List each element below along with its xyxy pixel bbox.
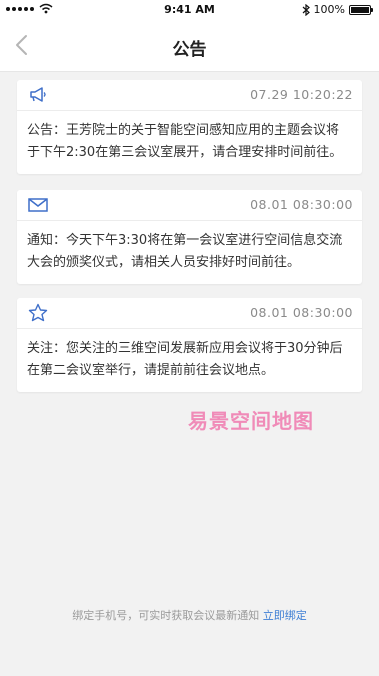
footer: 绑定手机号，可实时获取会议最新通知 立即绑定 xyxy=(0,607,379,623)
megaphone-icon xyxy=(30,87,46,102)
notice-text: 通知：今天下午3:30将在第一会议室进行空间信息交流大会的颁奖仪式，请相关人员安… xyxy=(27,233,343,270)
watermark-text: 易景空间地图 xyxy=(188,409,314,433)
mail-icon xyxy=(28,198,48,212)
battery-fill xyxy=(351,6,369,13)
footer-text: 绑定手机号，可实时获取会议最新通知 xyxy=(72,609,260,622)
notice-card[interactable]: 08.01 08:30:00 关注：您关注的三维空间发展新应用会议将于30分钟后… xyxy=(17,298,362,392)
notice-text: 公告：王芳院士的关于智能空间感知应用的主题会议将于下午2:30在第三会议室展开，… xyxy=(27,123,343,160)
notice-card[interactable]: 08.01 08:30:00 通知：今天下午3:30将在第一会议室进行空间信息交… xyxy=(17,190,362,284)
notice-card-header: 07.29 10:20:22 xyxy=(17,80,362,111)
notice-text: 关注：您关注的三维空间发展新应用会议将于30分钟后在第二会议室举行，请提前前往会… xyxy=(27,341,343,378)
notice-card[interactable]: 07.29 10:20:22 公告：王芳院士的关于智能空间感知应用的主题会议将于… xyxy=(17,80,362,174)
page-title: 公告 xyxy=(172,40,207,60)
battery-icon xyxy=(349,4,373,15)
bind-phone-link[interactable]: 立即绑定 xyxy=(263,609,307,622)
bluetooth-icon xyxy=(302,3,310,16)
status-right: 100% xyxy=(302,3,373,16)
notice-time: 08.01 08:30:00 xyxy=(250,197,353,212)
notice-time: 08.01 08:30:00 xyxy=(250,305,353,320)
star-icon xyxy=(28,303,48,322)
notice-card-header: 08.01 08:30:00 xyxy=(17,298,362,329)
notice-time: 07.29 10:20:22 xyxy=(250,87,353,102)
notice-card-header: 08.01 08:30:00 xyxy=(17,190,362,221)
status-bar: 9:41 AM 100% xyxy=(0,0,379,20)
nav-bar: 公告 xyxy=(0,20,379,72)
battery-percent: 100% xyxy=(313,3,345,16)
